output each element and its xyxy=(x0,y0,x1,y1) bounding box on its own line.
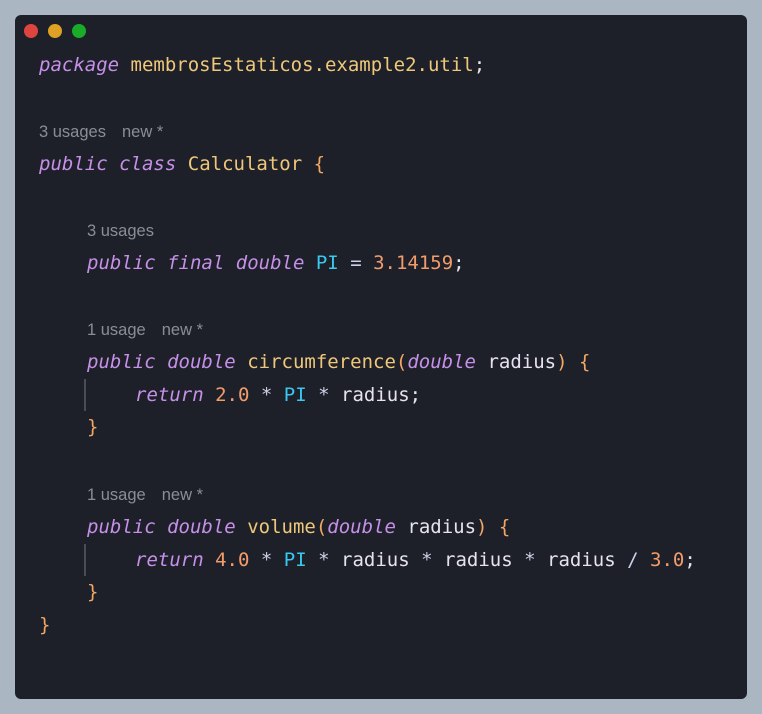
paren: ) xyxy=(556,351,568,373)
usages-hint[interactable]: 1 usage xyxy=(87,321,146,339)
keyword: public xyxy=(39,153,108,175)
brace: } xyxy=(39,614,51,636)
usages-hint[interactable]: 3 usages xyxy=(87,222,154,240)
keyword: return xyxy=(135,384,204,406)
semicolon: ; xyxy=(473,54,486,76)
keyword: return xyxy=(135,549,204,571)
class-name: Calculator xyxy=(187,153,303,175)
semicolon: ; xyxy=(409,384,422,406)
paren: ) xyxy=(476,516,488,538)
usages-hint[interactable]: 3 usages xyxy=(39,123,106,141)
code-line-class: public class Calculator { xyxy=(39,152,325,176)
code-line-close-circumference: } xyxy=(87,415,98,439)
param-type: double xyxy=(407,351,476,373)
author-hint[interactable]: new * xyxy=(122,123,163,141)
method-name: volume xyxy=(247,516,316,538)
variable: radius xyxy=(547,549,616,571)
code-line-return-circumference: return 2.0 * PI * radius; xyxy=(135,383,421,407)
brace: } xyxy=(87,581,99,603)
usages-hint[interactable]: 1 usage xyxy=(87,486,146,504)
code-line-close-volume: } xyxy=(87,580,98,604)
variable: radius xyxy=(341,549,410,571)
field-name: PI xyxy=(315,252,339,274)
number-literal: 3.0 xyxy=(650,549,685,571)
operator: / xyxy=(627,549,639,571)
paren: ( xyxy=(315,516,328,538)
keyword: package xyxy=(39,54,120,76)
operator: * xyxy=(421,549,433,571)
inlay-hint-field[interactable]: 3 usages xyxy=(87,221,154,241)
brace: { xyxy=(313,153,326,175)
inlay-hint-method-circumference[interactable]: 1 usage new * xyxy=(87,320,203,340)
package-name: membrosEstaticos.example2.util xyxy=(130,54,474,76)
type: double xyxy=(167,516,236,538)
param-name: radius xyxy=(487,351,557,373)
operator: * xyxy=(524,549,536,571)
code-line-close-class: } xyxy=(39,613,50,637)
code-line-method-volume: public double volume(double radius) { xyxy=(87,515,510,539)
inlay-hint-method-volume[interactable]: 1 usage new * xyxy=(87,485,203,505)
keyword: public xyxy=(87,252,156,274)
paren: ( xyxy=(395,351,408,373)
operator: = xyxy=(350,252,362,274)
operator: * xyxy=(260,549,273,571)
keyword: class xyxy=(119,153,177,175)
keyword: final xyxy=(167,252,225,274)
variable: radius xyxy=(341,384,410,406)
code-line-package: package membrosEstaticos.example2.util; xyxy=(39,53,485,77)
code-editor[interactable]: package membrosEstaticos.example2.util; … xyxy=(15,15,747,699)
param-type: double xyxy=(327,516,396,538)
number-literal: 2.0 xyxy=(215,384,250,406)
method-name: circumference xyxy=(247,351,396,373)
variable: radius xyxy=(444,549,513,571)
field-ref: PI xyxy=(283,549,307,571)
number-literal: 4.0 xyxy=(215,549,250,571)
keyword: public xyxy=(87,351,156,373)
param-name: radius xyxy=(407,516,477,538)
brace: { xyxy=(498,516,511,538)
brace: { xyxy=(579,351,591,373)
number-literal: 3.14159 xyxy=(373,252,454,274)
indent-guide xyxy=(84,379,86,411)
type: double xyxy=(167,351,236,373)
operator: * xyxy=(318,384,330,406)
semicolon: ; xyxy=(453,252,465,274)
field-ref: PI xyxy=(283,384,307,406)
brace: } xyxy=(87,416,99,438)
operator: * xyxy=(318,549,330,571)
code-line-method-circumference: public double circumference(double radiu… xyxy=(87,350,590,374)
semicolon: ; xyxy=(684,549,696,571)
code-line-field: public final double PI = 3.14159; xyxy=(87,251,465,275)
author-hint[interactable]: new * xyxy=(162,321,203,339)
code-line-return-volume: return 4.0 * PI * radius * radius * radi… xyxy=(135,548,696,572)
type: double xyxy=(235,252,305,274)
keyword: public xyxy=(87,516,156,538)
operator: * xyxy=(260,384,273,406)
inlay-hint-class[interactable]: 3 usages new * xyxy=(39,122,163,142)
indent-guide xyxy=(84,544,86,576)
author-hint[interactable]: new * xyxy=(162,486,203,504)
code-window: package membrosEstaticos.example2.util; … xyxy=(15,15,747,699)
